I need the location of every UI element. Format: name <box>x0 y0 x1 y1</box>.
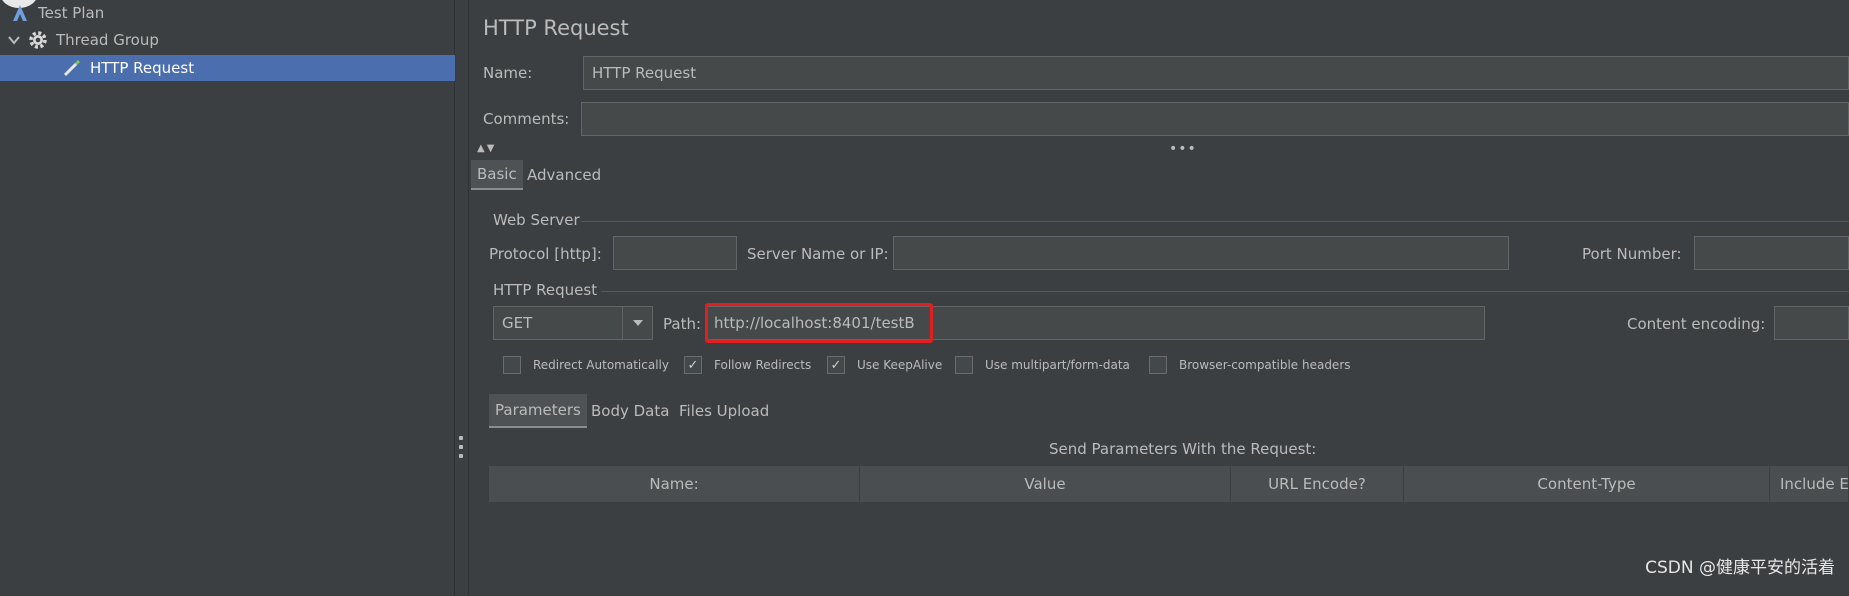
chevron-down-icon[interactable] <box>622 307 652 339</box>
watermark: CSDN @健康平安的活着 <box>1645 558 1835 578</box>
server-name-field[interactable] <box>893 236 1509 270</box>
method-select-value: GET <box>502 314 533 332</box>
test-plan-icon <box>8 1 32 25</box>
comments-label: Comments: <box>483 110 570 128</box>
name-field-value: HTTP Request <box>592 64 697 82</box>
port-number-label: Port Number: <box>1582 245 1682 263</box>
tab-advanced[interactable]: Advanced <box>521 160 607 190</box>
panel-splitter[interactable] <box>455 0 469 596</box>
chevron-down-icon[interactable] <box>6 35 22 45</box>
checkbox-box[interactable] <box>503 356 521 374</box>
checkbox-label: Follow Redirects <box>714 358 812 372</box>
checkbox-follow-redirects[interactable]: ✓ Follow Redirects <box>684 356 811 374</box>
server-name-label: Server Name or IP: <box>747 245 889 263</box>
content-encoding-field[interactable] <box>1774 306 1849 340</box>
http-request-group-label: HTTP Request <box>493 281 598 299</box>
drag-dots-icon[interactable]: ••• <box>1169 141 1197 157</box>
gear-icon <box>26 28 50 52</box>
checkbox-label: Redirect Automatically <box>533 358 669 372</box>
checkmark-icon[interactable]: ✓ <box>684 356 702 374</box>
checkbox-label: Use KeepAlive <box>857 358 943 372</box>
tab-files-upload[interactable]: Files Upload <box>673 394 775 428</box>
checkbox-browser-compatible-headers[interactable]: Browser-compatible headers <box>1149 356 1351 374</box>
parameters-caption: Send Parameters With the Request: <box>1049 440 1317 458</box>
tree-item-test-plan[interactable]: Test Plan <box>8 0 104 26</box>
test-plan-tree: Test Plan Thread Group HTTP Request <box>0 0 455 596</box>
checkbox-label: Use multipart/form-data <box>985 358 1130 372</box>
content-encoding-label: Content encoding: <box>1627 315 1766 333</box>
tab-parameters[interactable]: Parameters <box>489 394 587 428</box>
protocol-field[interactable] <box>613 236 737 270</box>
pipette-icon <box>60 56 84 80</box>
checkbox-use-multipart[interactable]: Use multipart/form-data <box>955 356 1130 374</box>
tab-basic[interactable]: Basic <box>471 160 523 190</box>
page-title: HTTP Request <box>483 16 629 40</box>
path-highlight-box <box>705 303 933 343</box>
path-label: Path: <box>663 315 702 333</box>
checkbox-box[interactable] <box>1149 356 1167 374</box>
checkbox-use-keepalive[interactable]: ✓ Use KeepAlive <box>827 356 942 374</box>
web-server-divider <box>581 221 1849 222</box>
port-number-field[interactable] <box>1694 236 1849 270</box>
protocol-label: Protocol [http]: <box>489 245 602 263</box>
tree-item-label: Thread Group <box>56 31 159 49</box>
column-header-content-type[interactable]: Content-Type <box>1404 466 1770 502</box>
column-header-value[interactable]: Value <box>860 466 1231 502</box>
tree-item-http-request[interactable]: HTTP Request <box>0 55 455 81</box>
name-field[interactable]: HTTP Request <box>583 56 1849 90</box>
column-header-url-encode[interactable]: URL Encode? <box>1231 466 1404 502</box>
column-header-include-equals[interactable]: Include Equals? <box>1770 466 1849 502</box>
splitter-grip-icon[interactable] <box>459 436 463 458</box>
checkbox-redirect-automatically[interactable]: Redirect Automatically <box>503 356 669 374</box>
parameters-table-body[interactable] <box>489 502 1849 596</box>
tab-body-data[interactable]: Body Data <box>585 394 675 428</box>
http-request-panel: HTTP Request Name: HTTP Request Comments… <box>469 0 1849 596</box>
column-header-name[interactable]: Name: <box>489 466 860 502</box>
tree-item-label: HTTP Request <box>90 59 195 77</box>
tree-item-label: Test Plan <box>38 4 105 22</box>
comments-field[interactable] <box>581 102 1849 136</box>
web-server-group-label: Web Server <box>493 211 580 229</box>
tree-item-thread-group[interactable]: Thread Group <box>6 27 159 53</box>
http-request-divider <box>601 291 1849 292</box>
parameters-table-header: Name: Value URL Encode? Content-Type Inc… <box>489 466 1849 502</box>
collapse-arrows-icon[interactable]: ▲▼ <box>477 143 496 154</box>
name-label: Name: <box>483 64 533 82</box>
method-select[interactable]: GET <box>493 306 653 340</box>
checkmark-icon[interactable]: ✓ <box>827 356 845 374</box>
checkbox-box[interactable] <box>955 356 973 374</box>
checkbox-label: Browser-compatible headers <box>1179 358 1351 372</box>
